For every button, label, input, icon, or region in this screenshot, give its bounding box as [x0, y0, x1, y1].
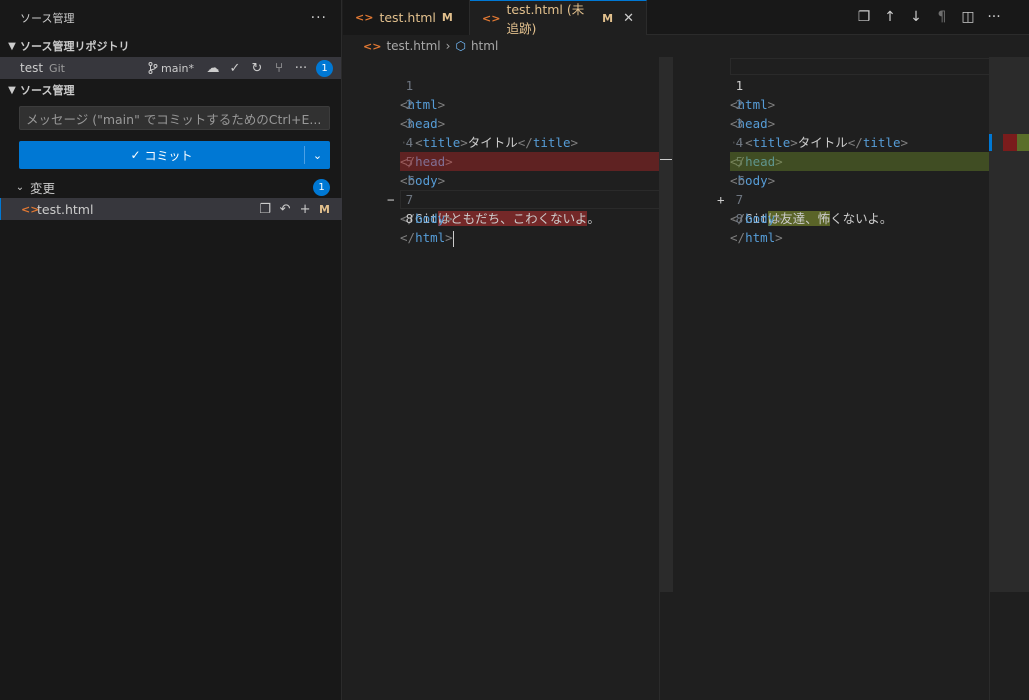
changes-group[interactable]: ⌄ 変更 1 — [0, 176, 342, 198]
sidebar-header: ソース管理 ··· — [0, 0, 341, 35]
discard-changes-icon[interactable]: ↶ — [275, 202, 295, 217]
check-icon: ✓ — [130, 148, 141, 162]
more-repo-actions-icon[interactable]: ··· — [290, 61, 312, 76]
diff-modified-editor[interactable]: 1 <html> 2 <head> 3 ··<title>タイトル</title… — [673, 57, 1029, 700]
changed-file-row[interactable]: <> test.html ❐ ↶ + M — [0, 198, 342, 220]
changes-label: 変更 — [30, 180, 56, 196]
repository-name: test — [20, 61, 44, 75]
inserted-code-line: 6 + ··Gitは友達、怖くないよ。 — [717, 173, 893, 226]
code-line: 7 </body> — [730, 192, 783, 226]
code-line: 8 </html> — [730, 211, 783, 245]
html-file-icon: <> — [363, 39, 382, 53]
changes-count-badge: 1 — [313, 178, 330, 196]
code-line: 4 </head> — [730, 135, 783, 169]
scrollbar-track-lower — [659, 592, 673, 700]
overview-inserted-marker — [1017, 134, 1029, 151]
file-status-badge: M — [319, 202, 330, 216]
close-icon[interactable]: ✕ — [623, 11, 634, 26]
next-change-icon[interactable]: ↓ — [905, 9, 927, 25]
editor-actions: ❐ ↑ ↓ ¶ ◫ ··· — [853, 0, 1029, 34]
chevron-down-icon: ▼ — [8, 84, 16, 96]
diff-overview-marker — [660, 152, 672, 160]
html-file-icon: <> — [482, 11, 501, 25]
refresh-icon[interactable]: ↻ — [246, 61, 268, 76]
scm-section-title: ソース管理 — [20, 84, 75, 97]
more-actions-icon[interactable]: ··· — [983, 9, 1005, 25]
text-caret — [452, 230, 455, 247]
code-line: 5 <body> — [400, 154, 446, 188]
code-line: 5 <body> — [730, 154, 776, 188]
code-line: 1 <html> — [400, 78, 446, 112]
repositories-section-header[interactable]: ▼ ソース管理リポジトリ — [0, 35, 341, 57]
scrollbar-track-lower — [989, 592, 1029, 700]
previous-change-icon[interactable]: ↑ — [879, 9, 901, 25]
element-cube-icon: ⬡ — [455, 39, 466, 53]
html-file-icon: <> — [355, 11, 374, 24]
chevron-down-icon: ⌄ — [15, 181, 25, 193]
overview-cursor-marker — [989, 134, 992, 151]
split-editor-icon[interactable]: ◫ — [957, 9, 979, 25]
commit-dropdown-chevron-icon[interactable]: ⌄ — [305, 149, 330, 162]
show-whitespace-icon[interactable]: ¶ — [931, 9, 953, 25]
sidebar-title: ソース管理 — [20, 11, 75, 25]
tab-label: test.html (未追跡) — [506, 2, 585, 36]
commit-button[interactable]: ✓ コミット ⌄ — [19, 141, 330, 169]
changed-file-name: test.html — [37, 201, 94, 217]
open-file-icon[interactable]: ❐ — [255, 202, 275, 217]
scm-section-header[interactable]: ▼ ソース管理 — [0, 79, 341, 101]
code-line: 3 ··<title>タイトル</title> — [730, 116, 909, 150]
breadcrumb-element[interactable]: html — [471, 39, 498, 53]
editor-tab-bar: <> test.html M <> test.html (未追跡) M ✕ ❐ … — [343, 0, 1029, 36]
tab-test-html-untracked[interactable]: <> test.html (未追跡) M ✕ — [470, 0, 647, 36]
commit-label: コミット — [144, 148, 193, 163]
repositories-section-title: ソース管理リポジトリ — [20, 40, 130, 53]
open-file-icon[interactable]: ❐ — [853, 9, 875, 25]
code-line: 2 <head> — [400, 97, 446, 131]
branch-icon — [148, 62, 158, 74]
tab-modified-indicator: M — [602, 11, 614, 25]
breadcrumb-file[interactable]: test.html — [386, 39, 440, 53]
branch-name: main* — [161, 61, 194, 75]
overview-deleted-marker — [1003, 134, 1017, 151]
repository-changes-badge: 1 — [316, 59, 333, 77]
breadcrumb: <> test.html › ⬡ html — [343, 35, 1029, 57]
commit-main-area[interactable]: ✓ コミット — [19, 147, 304, 164]
code-line: 2 <head> — [730, 97, 776, 131]
source-control-sidebar: ソース管理 ··· ▼ ソース管理リポジトリ test Git main* ☁ … — [0, 0, 342, 700]
code-line: 4 </head> — [400, 135, 453, 169]
code-line: 3 ··<title>タイトル</title> — [400, 116, 579, 150]
tab-test-html[interactable]: <> test.html M — [343, 0, 470, 35]
graph-icon[interactable]: ⑂ — [268, 61, 290, 76]
more-actions-icon[interactable]: ··· — [311, 10, 327, 26]
tab-modified-indicator: M — [441, 11, 453, 24]
diff-original-editor[interactable]: 1 <html> 2 <head> 3 ··<title>タイトル</title… — [343, 57, 673, 700]
chevron-down-icon: ▼ — [8, 40, 16, 52]
breadcrumb-separator-icon: › — [445, 39, 451, 53]
html-file-icon: <> — [21, 202, 40, 216]
repository-row[interactable]: test Git main* ☁ ✓ ↻ ⑂ ··· 1 — [0, 57, 341, 79]
stage-changes-icon[interactable]: + — [295, 202, 315, 217]
code-line: 1 <html> — [730, 78, 776, 112]
sync-cloud-icon[interactable]: ☁ — [202, 61, 224, 76]
deleted-code-line: 6 − ··Gitはともだち、こわくないよ。 — [387, 173, 600, 226]
commit-message-input[interactable]: メッセージ ("main" でコミットするためのCtrl+E... — [19, 106, 330, 130]
repository-kind: Git — [49, 61, 65, 75]
tab-label: test.html — [379, 10, 436, 25]
code-line: 7 </body> — [400, 192, 453, 226]
branch-selector[interactable]: main* — [148, 62, 194, 75]
code-line: 8 </html> — [400, 211, 455, 247]
commit-check-icon[interactable]: ✓ — [224, 61, 246, 76]
